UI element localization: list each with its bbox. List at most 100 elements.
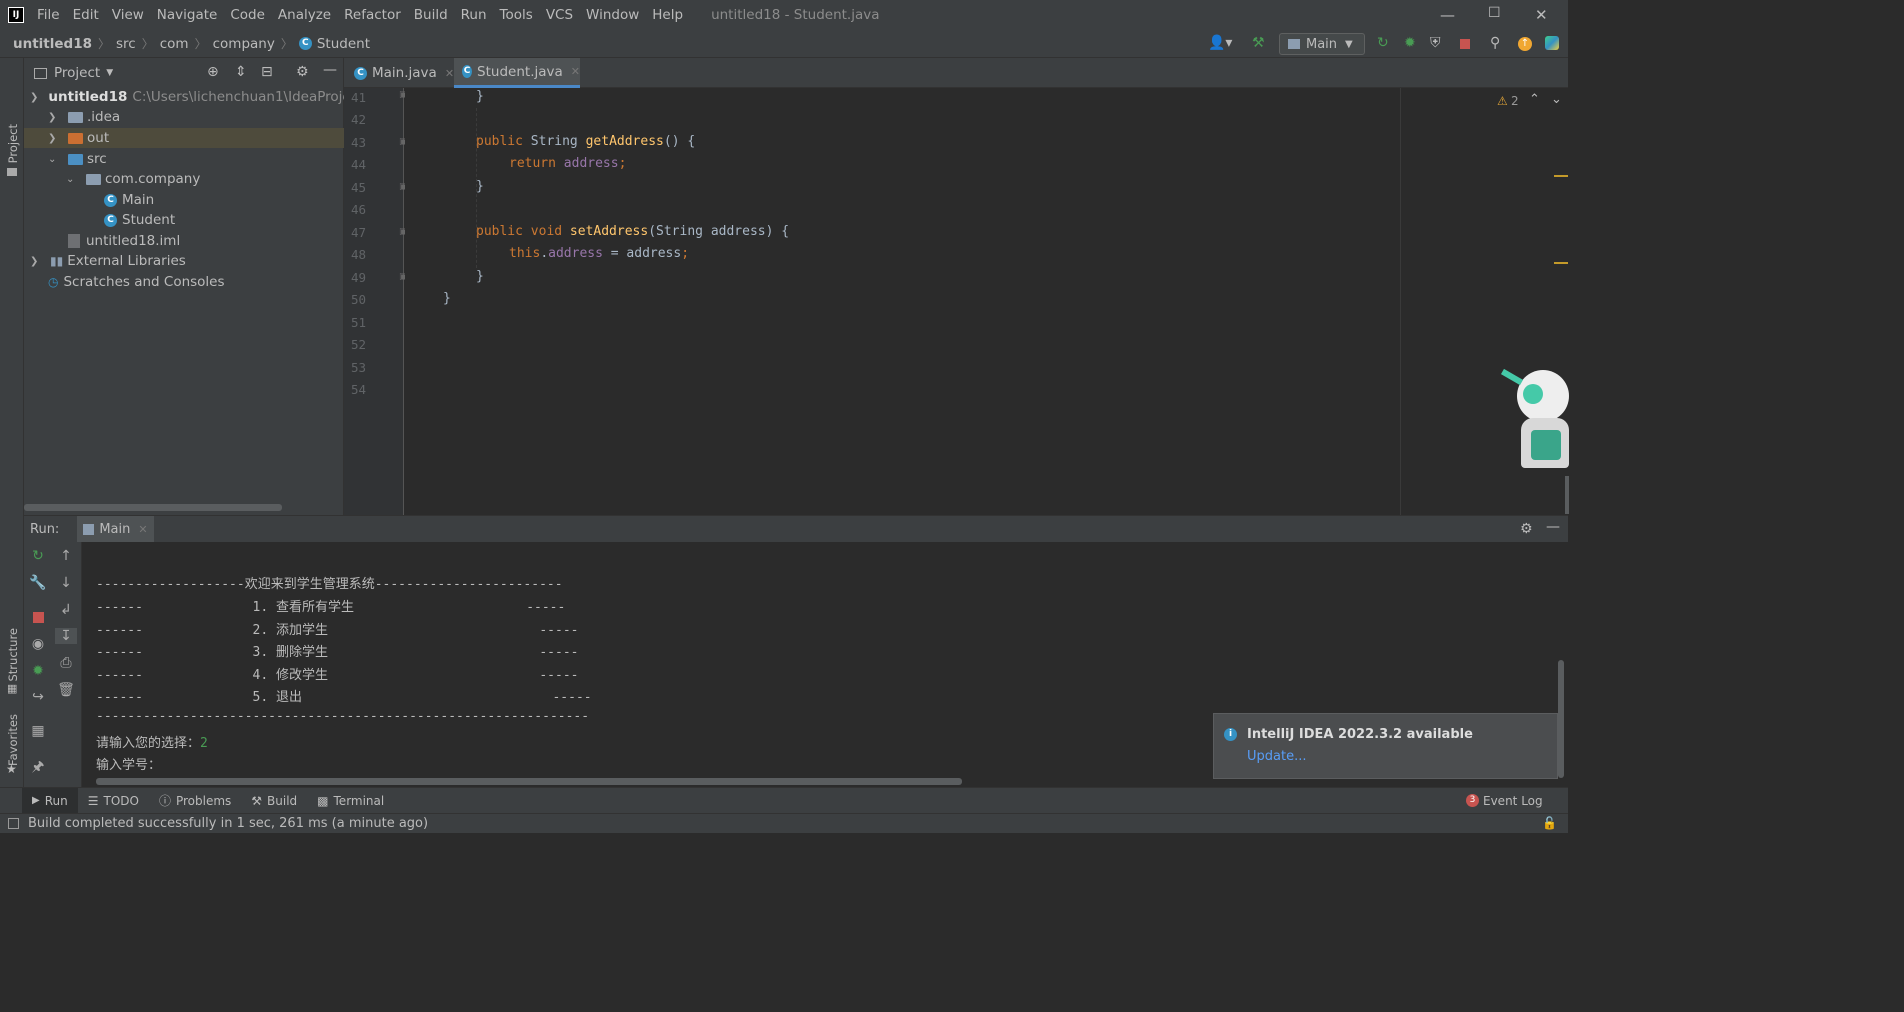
tree-item-module[interactable]: ❯ untitled18 C:\Users\lichenchuan1\IdeaP… xyxy=(30,87,363,107)
maximize-icon[interactable]: ☐ xyxy=(1488,5,1501,21)
exit-icon[interactable]: ↪ xyxy=(24,689,52,705)
warning-count[interactable]: 2 xyxy=(1511,94,1519,108)
run-config-select[interactable]: Main ▼ xyxy=(1279,33,1365,55)
locate-icon[interactable]: ⊕ xyxy=(207,64,219,80)
project-tool-tab[interactable]: Project xyxy=(6,124,20,163)
tree-item-main[interactable]: C Main xyxy=(104,190,154,210)
menu-vcs[interactable]: VCS xyxy=(546,7,573,23)
warning-marker[interactable] xyxy=(1554,175,1568,177)
rerun-icon[interactable]: ↻ xyxy=(1377,35,1389,51)
update-icon[interactable]: ↑ xyxy=(1518,37,1532,51)
breadcrumb-src[interactable]: src xyxy=(116,36,136,52)
close-icon[interactable]: ✕ xyxy=(1535,6,1548,24)
menu-code[interactable]: Code xyxy=(230,7,265,23)
tree-item-out[interactable]: ❯ out xyxy=(24,128,344,148)
warning-marker[interactable] xyxy=(1554,262,1568,264)
run-config-label: Main xyxy=(1306,36,1338,52)
menu-view[interactable]: View xyxy=(112,7,144,23)
tab-main-java[interactable]: C Main.java ✕ xyxy=(354,58,454,88)
tool-tab-run[interactable]: ▶ Run xyxy=(22,787,78,814)
breadcrumb-student[interactable]: Student xyxy=(317,36,370,52)
tool-windows-icon[interactable] xyxy=(8,818,19,829)
close-tab-icon[interactable]: ✕ xyxy=(138,523,147,536)
soft-wrap-icon[interactable]: ↲ xyxy=(52,602,80,618)
tree-item-iml[interactable]: untitled18.iml xyxy=(68,231,180,251)
breadcrumb-com[interactable]: com xyxy=(160,36,189,52)
menu-navigate[interactable]: Navigate xyxy=(157,7,218,23)
next-highlight-icon[interactable]: ⌄ xyxy=(1551,92,1562,107)
menu-analyze[interactable]: Analyze xyxy=(278,7,331,23)
menu-file[interactable]: File xyxy=(37,7,60,23)
event-log-badge: 3 xyxy=(1466,794,1479,807)
menu-window[interactable]: Window xyxy=(586,7,639,23)
update-link[interactable]: Update... xyxy=(1247,749,1306,764)
tree-item-scratches[interactable]: ◷ Scratches and Consoles xyxy=(48,272,225,292)
close-tab-icon[interactable]: ✕ xyxy=(571,65,580,78)
tool-tab-terminal[interactable]: ▩ Terminal xyxy=(307,788,394,814)
breadcrumb-company[interactable]: company xyxy=(213,36,275,52)
stop-icon[interactable] xyxy=(33,612,44,623)
code-editor[interactable]: } public String getAddress() { return ad… xyxy=(405,88,1400,515)
rerun-icon[interactable]: ↻ xyxy=(24,548,52,564)
menu-edit[interactable]: Edit xyxy=(73,7,99,23)
search-icon[interactable]: ⚲ xyxy=(1490,35,1500,51)
favorites-tool-tab[interactable]: Favorites xyxy=(6,714,20,766)
project-panel-title[interactable]: Project xyxy=(54,65,100,81)
hammer-icon[interactable]: ⚒ xyxy=(1252,35,1265,51)
project-panel-header: Project ▼ ⊕ ⇕ ⊟ ⚙ — xyxy=(24,58,343,88)
pin-icon[interactable]: 🖈 xyxy=(24,756,52,780)
project-view-icon xyxy=(34,67,47,79)
hide-panel-icon[interactable]: — xyxy=(323,62,337,78)
menu-build[interactable]: Build xyxy=(414,7,448,23)
gear-icon[interactable]: ⚙ xyxy=(296,64,309,80)
previous-highlight-icon[interactable]: ⌃ xyxy=(1529,92,1540,107)
camera-icon[interactable]: ◉ xyxy=(24,636,52,652)
tree-item-src[interactable]: ⌄ src xyxy=(48,149,107,169)
menu-run[interactable]: Run xyxy=(461,7,487,23)
tool-tab-event-log[interactable]: 3 Event Log xyxy=(1456,788,1553,814)
structure-tool-tab[interactable]: Structure xyxy=(6,628,20,682)
tool-tab-build[interactable]: ⚒ Build xyxy=(241,788,307,814)
tool-tab-problems[interactable]: ⓘ Problems xyxy=(149,788,241,814)
tool-tab-label: Run xyxy=(44,793,68,808)
collapse-all-icon[interactable]: ⊟ xyxy=(261,64,273,80)
tree-item-idea[interactable]: ❯ .idea xyxy=(48,107,120,127)
wrench-icon[interactable]: 🔧 xyxy=(24,575,52,591)
tab-student-java[interactable]: C Student.java ✕ xyxy=(454,58,580,88)
menu-help[interactable]: Help xyxy=(652,7,683,23)
debug-icon[interactable]: ✹ xyxy=(24,663,52,679)
horizontal-scrollbar[interactable] xyxy=(96,778,962,785)
gear-icon[interactable]: ⚙ xyxy=(1520,521,1533,537)
breadcrumb-project[interactable]: untitled18 xyxy=(13,36,92,52)
toolbox-icon[interactable] xyxy=(1545,36,1559,50)
scroll-to-end-icon[interactable]: ↧ xyxy=(55,628,77,644)
vertical-scrollbar[interactable] xyxy=(1565,476,1569,514)
minimize-icon[interactable]: — xyxy=(1440,6,1455,24)
arrow-up-icon[interactable]: ↑ xyxy=(52,548,80,564)
user-icon[interactable]: 👤▾ xyxy=(1208,35,1232,51)
vertical-scrollbar[interactable] xyxy=(1558,660,1564,778)
chevron-down-icon[interactable]: ▼ xyxy=(106,68,113,78)
hide-panel-icon[interactable]: — xyxy=(1546,519,1560,535)
trash-icon[interactable]: 🗑 xyxy=(52,682,80,698)
tree-item-external-libraries[interactable]: ❯ ▮▮ External Libraries xyxy=(30,251,186,271)
menu-tools[interactable]: Tools xyxy=(500,7,533,23)
horizontal-scrollbar[interactable] xyxy=(24,504,282,511)
lock-icon[interactable]: 🔓 xyxy=(1542,816,1557,830)
expand-all-icon[interactable]: ⇕ xyxy=(235,64,247,80)
file-icon xyxy=(68,234,80,248)
run-tab-main[interactable]: Main ✕ xyxy=(77,515,154,543)
status-text[interactable]: Build completed successfully in 1 sec, 2… xyxy=(28,816,428,831)
tree-item-student[interactable]: C Student xyxy=(104,210,175,230)
print-icon[interactable]: ⎙ xyxy=(52,655,80,671)
menu-refactor[interactable]: Refactor xyxy=(344,7,401,23)
layout-icon[interactable]: ▦ xyxy=(24,723,52,739)
debug-icon[interactable]: ✹ xyxy=(1404,35,1416,51)
warning-icon[interactable]: ⚠ xyxy=(1497,94,1508,108)
tool-tab-todo[interactable]: ☰ TODO xyxy=(78,788,149,814)
close-tab-icon[interactable]: ✕ xyxy=(445,67,454,80)
tree-item-package[interactable]: ⌄ com.company xyxy=(66,169,200,189)
stop-icon[interactable] xyxy=(1460,39,1470,49)
arrow-down-icon[interactable]: ↓ xyxy=(52,575,80,591)
coverage-icon[interactable]: ⛨ xyxy=(1430,35,1441,51)
